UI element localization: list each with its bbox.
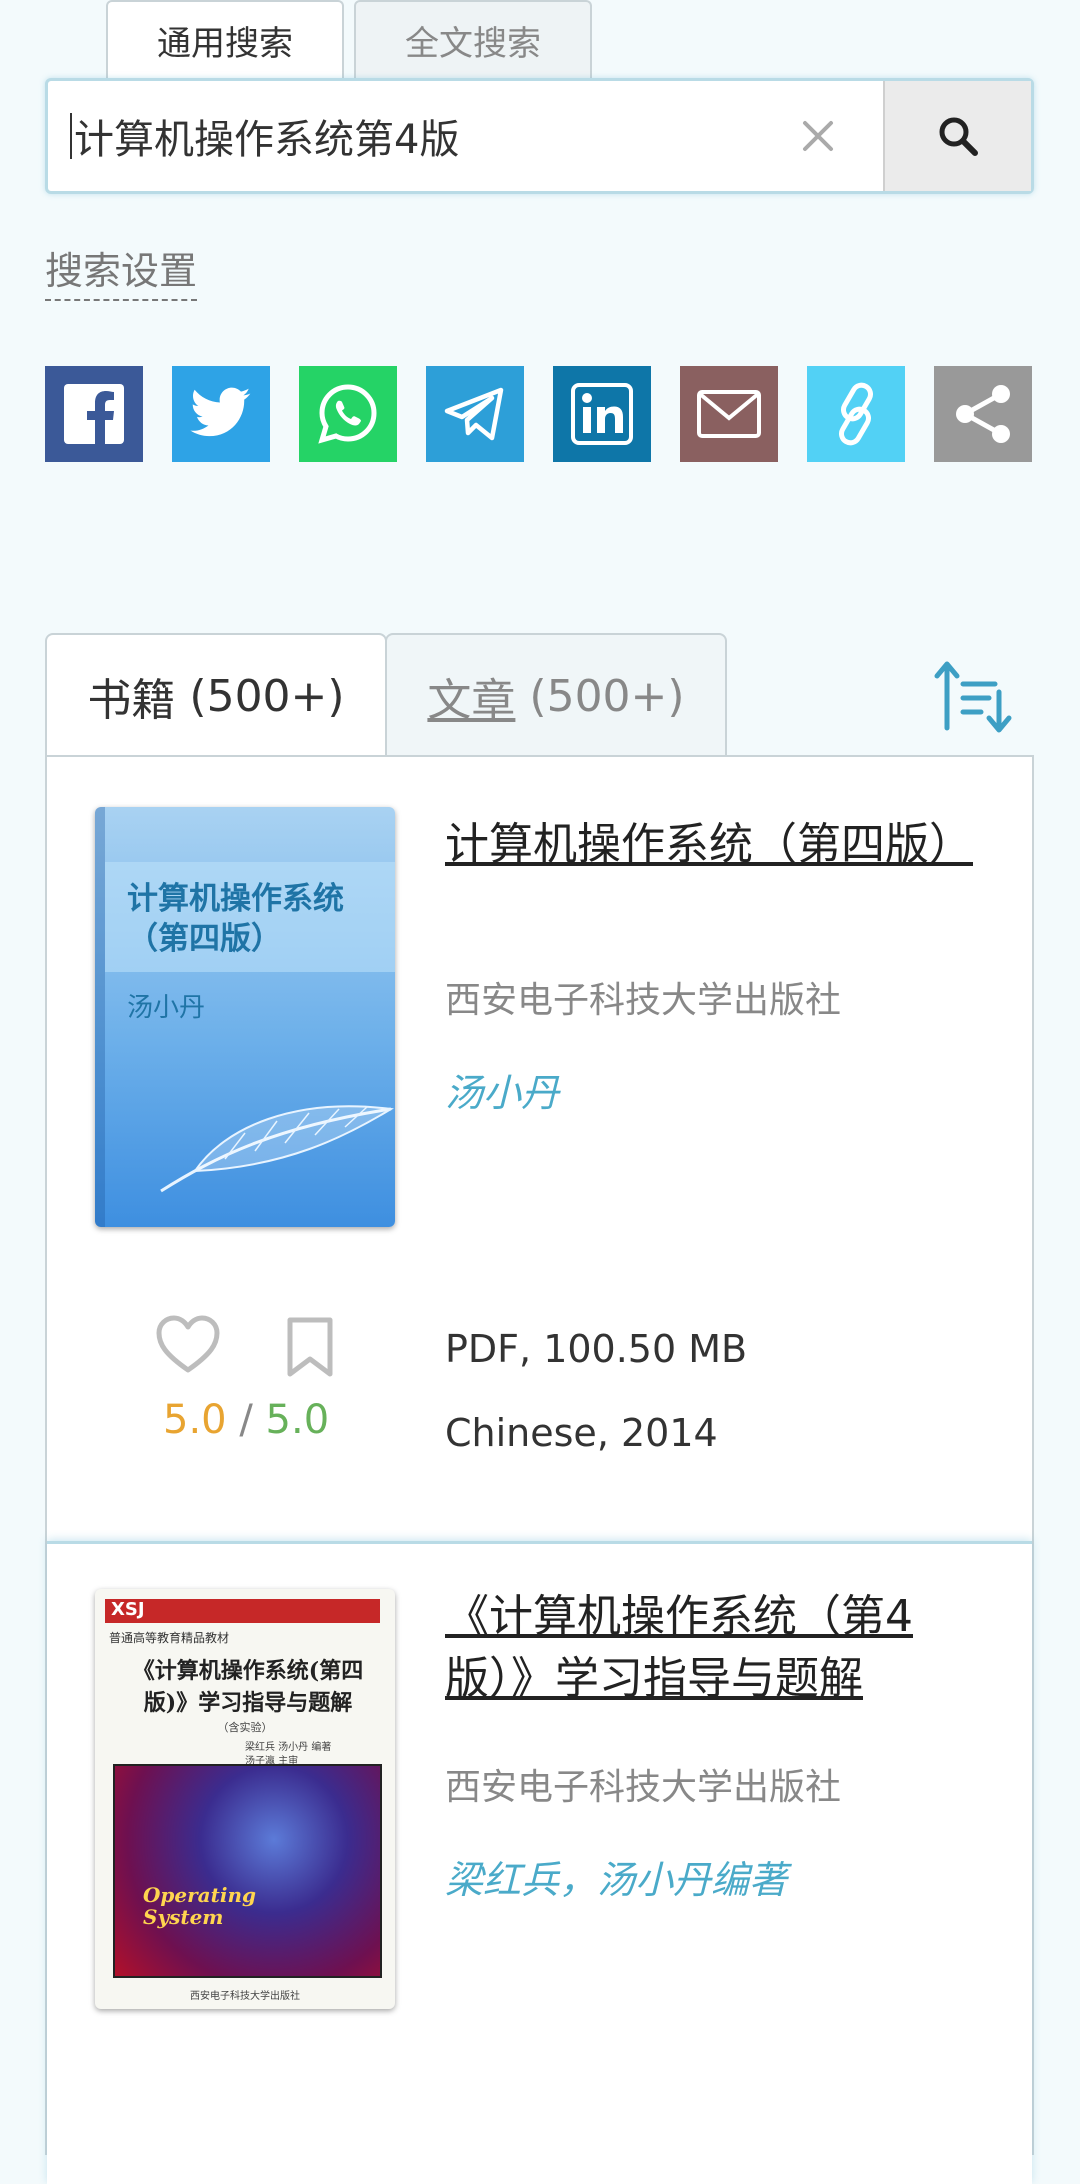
- result-card: XSJ 普通高等教育精品教材 《计算机操作系统(第四版)》学习指导与题解 （含实…: [47, 1541, 1032, 2184]
- twitter-icon: [190, 387, 251, 437]
- book-cover[interactable]: 计算机操作系统 （第四版） 汤小丹: [95, 807, 395, 1227]
- cover-brand: XSJ: [111, 1599, 145, 1620]
- feather-icon: [160, 1105, 394, 1193]
- tab-articles-label: 文章: [427, 675, 516, 726]
- cover-os-text: Operating System: [143, 1884, 256, 1928]
- book-authors-link[interactable]: 梁红兵，汤小丹编著: [445, 1849, 787, 1904]
- rating-separator: /: [239, 1397, 253, 1443]
- cover-title-line: （第四版）: [127, 921, 282, 957]
- heart-icon[interactable]: [155, 1314, 221, 1374]
- bookmark-icon[interactable]: [285, 1317, 335, 1377]
- language-year: Chinese, 2014: [445, 1411, 718, 1455]
- sort-icon: [934, 661, 1012, 733]
- book-title-link[interactable]: 计算机操作系统（第四版）: [445, 814, 985, 876]
- cover-footer: 西安电子科技大学出版社: [190, 1991, 300, 2002]
- sort-button[interactable]: [930, 655, 1016, 737]
- tab-books[interactable]: 书籍 (500+): [45, 633, 387, 757]
- twitter-share-button[interactable]: [172, 366, 270, 462]
- results-list: 计算机操作系统 （第四版） 汤小丹 计算机操作系统（第四版） 西安电子科技大学出…: [45, 755, 1034, 2184]
- email-share-button[interactable]: [680, 366, 778, 462]
- clear-search-button[interactable]: [788, 106, 848, 166]
- cover-spine: [95, 807, 105, 1227]
- linkedin-share-button[interactable]: [553, 366, 651, 462]
- rating: 5.0 / 5.0: [163, 1397, 329, 1443]
- copy-link-button[interactable]: [807, 366, 905, 462]
- cover-authors-line: 梁红兵 汤小丹 编著: [245, 1742, 332, 1753]
- cover-publisher-band: XSJ: [105, 1599, 380, 1623]
- search-input[interactable]: 计算机操作系统第4版: [70, 81, 770, 191]
- more-share-button[interactable]: [934, 366, 1032, 462]
- cover-os-line: Operating: [143, 1883, 256, 1907]
- telegram-icon: [444, 387, 504, 441]
- cover-title-line: 计算机操作系统: [127, 881, 344, 917]
- rating-popularity: 5.0: [265, 1397, 330, 1443]
- share-icon: [956, 385, 1010, 443]
- rating-quality: 5.0: [163, 1397, 227, 1443]
- close-icon: [803, 121, 833, 151]
- cover-note: （含实验）: [217, 1721, 273, 1734]
- cover-series: 普通高等教育精品教材: [109, 1631, 230, 1645]
- search-input-value: 计算机操作系统第4版: [74, 117, 460, 163]
- search-button[interactable]: [883, 81, 1031, 191]
- cover-title: 《计算机操作系统(第四版)》学习指导与题解: [132, 1658, 364, 1716]
- file-format-size: PDF, 100.50 MB: [445, 1327, 748, 1371]
- cover-author: 汤小丹: [127, 993, 206, 1023]
- facebook-share-button[interactable]: [45, 366, 143, 462]
- tab-articles-count: (500+): [529, 670, 685, 722]
- search-bar: 计算机操作系统第4版: [45, 78, 1034, 194]
- cover-os-line: System: [143, 1905, 224, 1929]
- whatsapp-icon: [318, 384, 377, 444]
- link-icon: [839, 382, 873, 446]
- book-publisher: 西安电子科技大学出版社: [445, 980, 842, 1021]
- tab-books-label: 书籍: [87, 675, 176, 726]
- search-icon: [939, 117, 978, 156]
- whatsapp-share-button[interactable]: [299, 366, 397, 462]
- facebook-icon: [64, 384, 124, 444]
- linkedin-icon: [571, 383, 633, 445]
- result-card: 计算机操作系统 （第四版） 汤小丹 计算机操作系统（第四版） 西安电子科技大学出…: [47, 757, 1032, 1539]
- book-authors-link[interactable]: 汤小丹: [445, 1062, 559, 1117]
- book-cover[interactable]: XSJ 普通高等教育精品教材 《计算机操作系统(第四版)》学习指导与题解 （含实…: [95, 1589, 395, 2009]
- tab-books-count: (500+): [189, 670, 345, 722]
- email-icon: [697, 390, 761, 438]
- book-publisher: 西安电子科技大学出版社: [445, 1767, 842, 1808]
- tab-general-search[interactable]: 通用搜索: [106, 0, 344, 78]
- telegram-share-button[interactable]: [426, 366, 524, 462]
- text-caret: [70, 113, 72, 159]
- tab-fulltext-search[interactable]: 全文搜索: [354, 0, 592, 78]
- cover-title: 计算机操作系统 （第四版）: [127, 879, 344, 959]
- cover-illustration: Operating System: [113, 1764, 382, 1978]
- tab-articles[interactable]: 文章 (500+): [385, 633, 727, 757]
- book-title-link[interactable]: 《计算机操作系统（第4版）》学习指导与题解: [445, 1586, 985, 1710]
- search-settings-link[interactable]: 搜索设置: [45, 240, 198, 301]
